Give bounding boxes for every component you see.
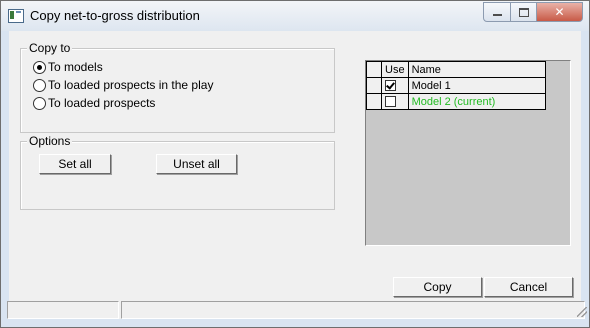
maximize-button[interactable]: [511, 2, 537, 22]
row-header-cell[interactable]: [366, 93, 382, 110]
set-all-button[interactable]: Set all: [39, 154, 111, 174]
status-pane-left: [7, 301, 119, 319]
name-column-header[interactable]: Name: [407, 61, 546, 78]
copy-button[interactable]: Copy: [393, 277, 482, 297]
resize-grip-icon[interactable]: [577, 307, 587, 317]
status-bar: [1, 299, 589, 319]
status-pane-right: [121, 301, 585, 319]
use-checkbox-model-2[interactable]: [385, 96, 396, 108]
options-group: Options Set all Unset all: [20, 134, 335, 210]
minimize-button[interactable]: [483, 2, 511, 22]
app-window-icon: [8, 9, 24, 23]
use-cell[interactable]: [381, 77, 409, 94]
title-bar[interactable]: Copy net-to-gross distribution ✕: [1, 1, 589, 31]
radio-to-loaded-prospects-circle[interactable]: [33, 96, 46, 110]
radio-to-models[interactable]: To models: [33, 60, 103, 74]
radio-to-models-label: To models: [48, 60, 103, 74]
use-cell[interactable]: [381, 93, 409, 110]
grid-corner-cell: [366, 61, 382, 78]
model-grid: Use Name Model 1 Model 2 (current): [366, 61, 546, 110]
maximize-icon: [518, 7, 529, 17]
radio-to-loaded-prospects-in-play-circle[interactable]: [33, 78, 46, 92]
radio-to-models-circle[interactable]: [33, 60, 46, 74]
radio-to-loaded-prospects-in-play[interactable]: To loaded prospects in the play: [33, 78, 213, 92]
row-header-cell[interactable]: [366, 77, 382, 94]
use-column-header[interactable]: Use: [381, 61, 409, 78]
copy-to-legend: Copy to: [27, 41, 73, 55]
window-title: Copy net-to-gross distribution: [30, 8, 200, 23]
use-checkbox-model-1[interactable]: [385, 80, 396, 92]
options-legend: Options: [27, 134, 73, 148]
grid-row-model-1[interactable]: Model 1: [366, 77, 546, 94]
grid-header-row: Use Name: [366, 61, 546, 78]
grid-row-model-2[interactable]: Model 2 (current): [366, 93, 546, 110]
close-button[interactable]: ✕: [537, 2, 583, 22]
name-cell-model-2[interactable]: Model 2 (current): [407, 93, 546, 110]
radio-to-loaded-prospects-label: To loaded prospects: [48, 96, 156, 110]
radio-to-loaded-prospects[interactable]: To loaded prospects: [33, 96, 155, 110]
caption-buttons: ✕: [483, 2, 583, 22]
close-icon: ✕: [554, 5, 565, 19]
name-cell-model-1[interactable]: Model 1: [407, 77, 546, 94]
dialog-window: Copy net-to-gross distribution ✕ Copy to…: [0, 0, 590, 328]
copy-to-group: Copy to To models To loaded prospects in…: [20, 41, 335, 133]
radio-to-loaded-prospects-in-play-label: To loaded prospects in the play: [48, 78, 214, 92]
model-grid-panel: Use Name Model 1 Model 2 (current): [365, 60, 571, 246]
unset-all-button[interactable]: Unset all: [156, 154, 237, 174]
minimize-icon: [492, 14, 502, 16]
cancel-button[interactable]: Cancel: [484, 277, 573, 297]
dialog-client-area: Copy to To models To loaded prospects in…: [9, 31, 581, 319]
